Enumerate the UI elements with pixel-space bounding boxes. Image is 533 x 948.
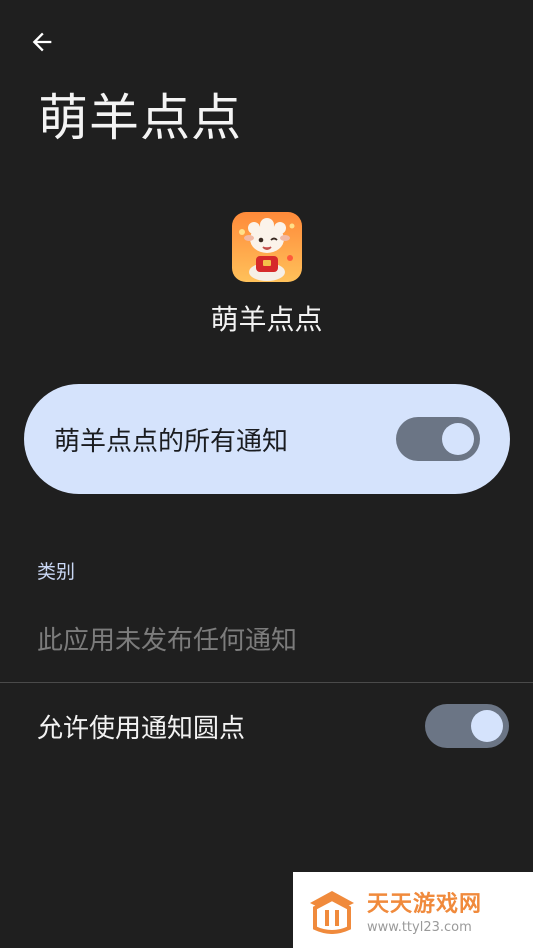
- back-button[interactable]: [22, 22, 62, 62]
- switch-thumb: [442, 423, 474, 455]
- watermark-logo-icon: [310, 891, 354, 934]
- no-notifications-text: 此应用未发布任何通知: [37, 626, 298, 656]
- watermark: 天天游戏网 www.ttyl23.com: [293, 872, 533, 948]
- notification-dots-toggle-row[interactable]: 允许使用通知圆点: [0, 683, 533, 769]
- watermark-url: www.ttyl23.com: [367, 919, 472, 935]
- categories-header: 类别: [37, 561, 76, 583]
- all-notifications-switch[interactable]: [396, 417, 480, 461]
- page-title: 萌羊点点: [38, 89, 242, 147]
- app-name: 萌羊点点: [210, 303, 323, 336]
- watermark-title: 天天游戏网: [367, 891, 483, 917]
- all-notifications-label: 萌羊点点的所有通知: [54, 426, 289, 457]
- all-notifications-toggle-row[interactable]: 萌羊点点的所有通知: [24, 384, 510, 494]
- app-notification-settings-screen: 萌羊点点 萌羊点点 萌羊点点的所有通知 类别 此应用未发布任何通知 允许使用通知…: [0, 0, 533, 948]
- sheep-app-icon: [232, 212, 302, 282]
- notification-dots-label: 允许使用通知圆点: [37, 713, 246, 744]
- switch-thumb: [471, 710, 503, 742]
- arrow-left-icon: [32, 32, 52, 52]
- notification-dots-switch[interactable]: [425, 704, 509, 748]
